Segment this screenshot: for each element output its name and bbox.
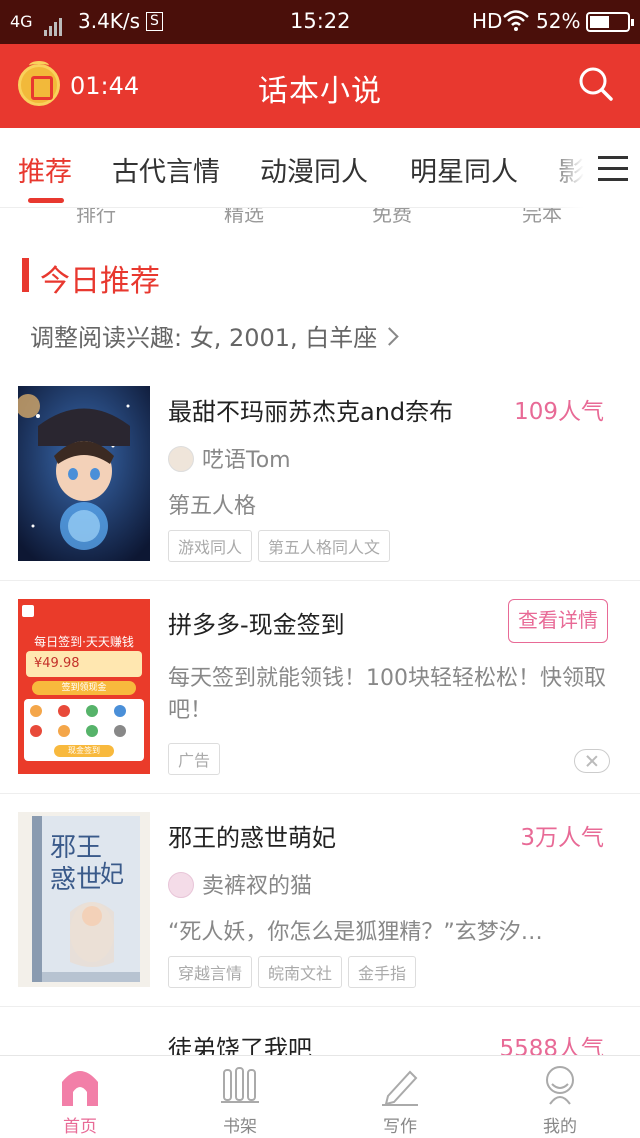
book-description: 第五人格 [168, 494, 257, 519]
network-type: 4G [10, 12, 33, 31]
wifi-icon [502, 8, 530, 37]
popularity-count: 5588人气 [499, 1036, 604, 1055]
tab-celebrity-fanfic[interactable]: 明星同人 [410, 150, 518, 189]
avatar [168, 872, 194, 898]
section-title: 今日推荐 [40, 264, 160, 299]
app-screen: 4G 3.4K/s S 15:22 HD 52% 01:44 话本小说 推荐 古… [0, 0, 640, 1138]
category-tabs: 推荐 古代言情 动漫同人 明星同人 影视 [0, 128, 640, 208]
section-accent-bar [22, 258, 29, 292]
ad-title[interactable]: 拼多多-现金签到 [168, 605, 345, 640]
quick-link-free[interactable]: 免费 [372, 208, 412, 226]
ad-image-button: 现金签到 [54, 745, 114, 757]
tag[interactable]: 游戏同人 [168, 530, 253, 562]
ad-image-cta: 签到领现金 [32, 681, 136, 695]
ad-image-amount: ¥49.98 [26, 651, 142, 677]
view-details-button[interactable]: 查看详情 [508, 599, 608, 643]
tag[interactable]: 金手指 [348, 956, 417, 988]
profile-icon [546, 1066, 574, 1105]
quick-link-completed[interactable]: 完本 [522, 208, 562, 226]
book-cover[interactable] [18, 386, 150, 561]
adjust-interest-link[interactable]: 调整阅读兴趣: 女, 2001, 白羊座 [30, 318, 400, 353]
book-title[interactable]: 徒弟饶了我吧 [168, 1029, 312, 1055]
nav-label: 写作 [383, 1117, 417, 1137]
close-ad-icon[interactable] [574, 749, 610, 773]
s-badge-icon: S [146, 12, 163, 31]
tab-ancient-romance[interactable]: 古代言情 [112, 150, 220, 189]
popularity-count: 3万人气 [520, 825, 604, 851]
nav-bookshelf[interactable]: 书架 [160, 1056, 320, 1138]
book-cover[interactable]: 邪王 惑世 妃 [18, 812, 150, 987]
app-header: 01:44 话本小说 [0, 44, 640, 128]
quick-link-ranking[interactable]: 排行 [76, 208, 116, 226]
tag-list: 穿越言情 皖南文社 金手指 [168, 956, 422, 988]
signal-icon [44, 12, 64, 36]
book-item[interactable]: 徒弟饶了我吧 5588人气 [0, 1007, 640, 1055]
book-title[interactable]: 邪王的惑世萌妃 [168, 818, 336, 853]
tag-list: 游戏同人 第五人格同人文 [168, 530, 396, 562]
ad-image[interactable]: 每日签到·天天赚钱 ¥49.98 签到领现金 现金签到 [18, 599, 150, 774]
svg-text:妃: 妃 [100, 860, 124, 888]
author-name: 卖裤衩的猫 [202, 874, 313, 899]
quick-link-featured[interactable]: 精选 [224, 208, 264, 226]
nav-label: 我的 [543, 1117, 577, 1137]
active-tab-indicator [28, 198, 64, 203]
search-icon[interactable] [578, 66, 614, 102]
tag[interactable]: 皖南文社 [258, 956, 343, 988]
ad-item[interactable]: 每日签到·天天赚钱 ¥49.98 签到领现金 现金签到 拼多多-现金签到 查看详… [0, 581, 640, 793]
ad-label-row: 广告 [168, 743, 226, 775]
nav-label: 首页 [63, 1117, 97, 1137]
nav-profile[interactable]: 我的 [480, 1056, 640, 1138]
svg-text:惑世: 惑世 [50, 865, 102, 895]
ad-description: 每天签到就能领钱！100块轻轻松松！快领取吧！ [168, 666, 606, 723]
tag[interactable]: 第五人格同人文 [258, 530, 391, 562]
ad-image-headline: 每日签到·天天赚钱 [34, 635, 134, 649]
tag[interactable]: 穿越言情 [168, 956, 253, 988]
book-item[interactable]: 邪王 惑世 妃 邪王的惑世萌妃 3万人气 卖裤衩的猫 “死人妖，你怎么是狐狸精？… [0, 794, 640, 1006]
pencil-icon [382, 1070, 418, 1106]
battery-percent: 52% [536, 9, 581, 33]
bottom-nav: 首页 书架 写作 我的 [0, 1055, 640, 1138]
popularity-count: 109人气 [514, 399, 604, 425]
nav-home[interactable]: 首页 [0, 1056, 160, 1138]
avatar [168, 446, 194, 472]
home-icon [62, 1071, 98, 1106]
network-speed: 3.4K/s [78, 9, 141, 33]
battery-icon [586, 12, 634, 32]
app-title: 话本小说 [258, 74, 382, 109]
chevron-right-icon [380, 327, 400, 346]
status-bar: 4G 3.4K/s S 15:22 HD 52% [0, 0, 640, 44]
menu-icon[interactable] [584, 128, 640, 208]
interest-text: 调整阅读兴趣: 女, 2001, 白羊座 [30, 324, 378, 352]
author[interactable]: 呓语Tom [168, 442, 291, 474]
clock: 15:22 [290, 9, 351, 33]
book-item[interactable]: 最甜不玛丽苏杰克and奈布 109人气 呓语Tom 第五人格 游戏同人 第五人格同… [0, 384, 640, 580]
nav-write[interactable]: 写作 [320, 1056, 480, 1138]
bookshelf-icon [221, 1067, 259, 1103]
book-title[interactable]: 最甜不玛丽苏杰克and奈布 [168, 392, 453, 427]
tab-anime-fanfic[interactable]: 动漫同人 [260, 150, 368, 189]
author[interactable]: 卖裤衩的猫 [168, 868, 312, 900]
hd-indicator: HD [472, 9, 503, 33]
tab-recommend[interactable]: 推荐 [18, 150, 72, 189]
book-description: “死人妖，你怎么是狐狸精？”玄梦汐… [168, 920, 543, 945]
nav-label: 书架 [223, 1117, 257, 1137]
author-name: 呓语Tom [202, 448, 291, 473]
quick-links: 排行 精选 免费 完本 [0, 208, 640, 226]
ad-label: 广告 [168, 743, 221, 775]
svg-text:邪王: 邪王 [50, 833, 102, 863]
